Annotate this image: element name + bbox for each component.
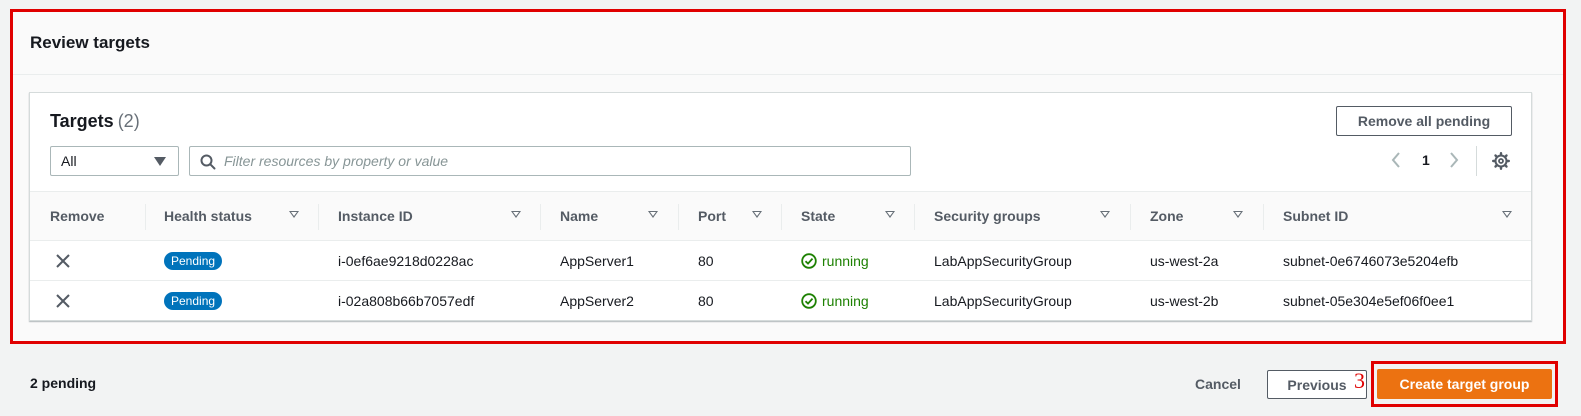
column-header-zone[interactable]: Zone [1150, 192, 1270, 240]
column-header-security-groups[interactable]: Security groups [934, 192, 1134, 240]
filter-input[interactable]: Filter resources by property or value [189, 146, 911, 176]
targets-table: Targets (2) Remove all pending All Filter… [29, 92, 1532, 321]
sort-icon [511, 211, 521, 218]
page-title: Review targets [30, 33, 150, 52]
targets-title-label: Targets [50, 111, 114, 131]
health-status-cell: Pending [164, 281, 223, 321]
table-row: Pending i-02a808b66b7057edf AppServer2 8… [30, 281, 1531, 321]
check-circle-icon [801, 293, 817, 309]
sort-icon [289, 211, 299, 218]
column-divider [781, 204, 782, 230]
column-label: Instance ID [338, 208, 413, 224]
column-divider [1130, 204, 1131, 230]
previous-button[interactable]: Previous [1267, 370, 1367, 399]
column-label: Security groups [934, 208, 1041, 224]
annotation-step-number: 3 [1354, 368, 1365, 393]
sort-icon [1233, 211, 1243, 218]
review-targets-panel: Review targets Targets (2) Remove all pen… [13, 12, 1563, 341]
scrollbar[interactable] [1569, 0, 1581, 416]
status-badge: Pending [164, 292, 223, 310]
sort-icon [885, 211, 895, 218]
health-status-cell: Pending [164, 241, 223, 281]
zone-cell: us-west-2a [1150, 253, 1219, 269]
sort-icon [752, 211, 762, 218]
column-divider [540, 204, 541, 230]
column-label: Subnet ID [1283, 208, 1349, 224]
status-badge: Pending [164, 252, 223, 270]
create-target-group-button[interactable]: Create target group [1377, 369, 1552, 399]
targets-title: Targets (2) [50, 111, 140, 132]
column-label: Zone [1150, 208, 1184, 224]
close-icon [56, 294, 70, 308]
close-icon [56, 254, 70, 268]
name-cell: AppServer2 [560, 293, 634, 309]
column-header-name[interactable]: Name [560, 192, 680, 240]
name-cell: AppServer1 [560, 253, 634, 269]
instance-id-cell: i-02a808b66b7057edf [338, 293, 475, 309]
state-cell: running [801, 281, 869, 321]
column-header-health-status[interactable]: Health status [164, 192, 314, 240]
column-divider [145, 204, 146, 230]
gear-icon[interactable] [1492, 152, 1510, 170]
search-icon [200, 154, 216, 170]
page-number[interactable]: 1 [1422, 152, 1430, 168]
port-cell: 80 [698, 253, 714, 269]
column-divider [318, 204, 319, 230]
column-label: Name [560, 208, 599, 224]
zone-cell: us-west-2b [1150, 293, 1219, 309]
filter-select-value: All [61, 153, 77, 169]
state-label: running [822, 253, 869, 269]
port-cell: 80 [698, 293, 714, 309]
state-label: running [822, 293, 869, 309]
remove-all-pending-button[interactable]: Remove all pending [1336, 106, 1512, 136]
column-header-instance-id[interactable]: Instance ID [338, 192, 538, 240]
sort-icon [1502, 211, 1512, 218]
targets-count: (2) [117, 111, 140, 131]
column-header-port[interactable]: Port [698, 192, 798, 240]
caret-down-icon [154, 157, 166, 166]
column-label: Port [698, 208, 726, 224]
column-divider [914, 204, 915, 230]
remove-target-button[interactable] [56, 281, 70, 321]
security-group-cell: LabAppSecurityGroup [934, 253, 1072, 269]
column-label: State [801, 208, 836, 224]
column-header-subnet-id[interactable]: Subnet ID [1283, 192, 1523, 240]
filter-select[interactable]: All [50, 146, 179, 176]
remove-target-button[interactable] [56, 241, 70, 281]
chevron-right-icon[interactable] [1448, 151, 1460, 169]
column-header-remove: Remove [50, 192, 104, 240]
security-group-cell: LabAppSecurityGroup [934, 293, 1072, 309]
table-header-row: Remove Health status Instance ID Name Po… [30, 191, 1531, 241]
column-label: Health status [164, 208, 252, 224]
subnet-cell: subnet-05e304e5ef06f0ee1 [1283, 293, 1455, 309]
subnet-cell: subnet-0e6746073e5204efb [1283, 253, 1459, 269]
column-divider [678, 204, 679, 230]
check-circle-icon [801, 253, 817, 269]
instance-id-cell: i-0ef6ae9218d0228ac [338, 253, 474, 269]
sort-icon [648, 211, 658, 218]
column-label: Remove [50, 208, 105, 224]
sort-icon [1100, 211, 1110, 218]
chevron-left-icon[interactable] [1390, 151, 1402, 169]
column-header-state[interactable]: State [801, 192, 921, 240]
state-cell: running [801, 241, 869, 281]
pending-count: 2 pending [30, 375, 97, 391]
column-divider [1263, 204, 1264, 230]
panel-header: Review targets [13, 12, 1563, 75]
pager-divider [1476, 146, 1477, 176]
cancel-button[interactable]: Cancel [1183, 370, 1253, 398]
table-row: Pending i-0ef6ae9218d0228ac AppServer1 8… [30, 241, 1531, 281]
filter-placeholder: Filter resources by property or value [224, 153, 449, 169]
